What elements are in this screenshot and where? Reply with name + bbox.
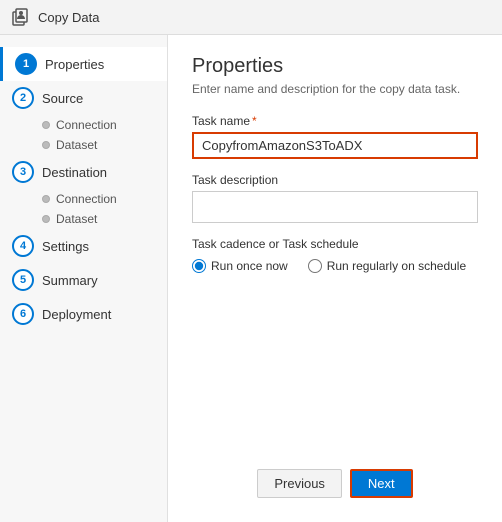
destination-dataset-item[interactable]: Dataset (42, 209, 167, 229)
cadence-label: Task cadence or Task schedule (192, 237, 478, 251)
sidebar-label-properties: Properties (45, 57, 104, 72)
task-name-input[interactable] (192, 132, 478, 159)
run-once-label: Run once now (211, 259, 288, 273)
run-once-option[interactable]: Run once now (192, 259, 288, 273)
source-dataset-item[interactable]: Dataset (42, 135, 167, 155)
sidebar-label-deployment: Deployment (42, 307, 111, 322)
sidebar-item-summary[interactable]: 5 Summary (0, 263, 167, 297)
source-subitems: Connection Dataset (0, 115, 167, 155)
radio-group: Run once now Run regularly on schedule (192, 259, 478, 273)
sidebar-item-properties[interactable]: 1 Properties (0, 47, 167, 81)
destination-connection-dot (42, 195, 50, 203)
step-3-circle: 3 (12, 161, 34, 183)
destination-dataset-dot (42, 215, 50, 223)
destination-subitems: Connection Dataset (0, 189, 167, 229)
destination-connection-item[interactable]: Connection (42, 189, 167, 209)
sidebar-item-deployment[interactable]: 6 Deployment (0, 297, 167, 331)
cadence-group: Task cadence or Task schedule Run once n… (192, 237, 478, 273)
sidebar-label-destination: Destination (42, 165, 107, 180)
run-regularly-radio[interactable] (308, 259, 322, 273)
top-bar-title: Copy Data (38, 10, 99, 25)
source-dataset-label: Dataset (56, 138, 97, 152)
source-connection-dot (42, 121, 50, 129)
content-area: Properties Enter name and description fo… (168, 35, 502, 522)
sidebar-item-settings[interactable]: 4 Settings (0, 229, 167, 263)
run-regularly-option[interactable]: Run regularly on schedule (308, 259, 466, 273)
source-connection-item[interactable]: Connection (42, 115, 167, 135)
step-4-circle: 4 (12, 235, 34, 257)
main-layout: 1 Properties 2 Source Connection Dataset… (0, 35, 502, 522)
sidebar-label-summary: Summary (42, 273, 98, 288)
task-desc-label: Task description (192, 173, 478, 187)
step-2-circle: 2 (12, 87, 34, 109)
sidebar-item-source[interactable]: 2 Source (0, 81, 167, 115)
task-desc-group: Task description (192, 173, 478, 223)
source-dataset-dot (42, 141, 50, 149)
page-title: Properties (192, 55, 478, 78)
step-6-circle: 6 (12, 303, 34, 325)
previous-button[interactable]: Previous (257, 469, 342, 498)
sidebar: 1 Properties 2 Source Connection Dataset… (0, 35, 168, 522)
step-1-circle: 1 (15, 53, 37, 75)
destination-dataset-label: Dataset (56, 212, 97, 226)
sidebar-label-source: Source (42, 91, 83, 106)
task-name-group: Task name* (192, 114, 478, 159)
copy-icon (12, 8, 30, 26)
sidebar-item-destination[interactable]: 3 Destination (0, 155, 167, 189)
destination-connection-label: Connection (56, 192, 117, 206)
next-button[interactable]: Next (350, 469, 413, 498)
run-regularly-label: Run regularly on schedule (327, 259, 466, 273)
task-name-label: Task name* (192, 114, 478, 128)
sidebar-label-settings: Settings (42, 239, 89, 254)
task-desc-input[interactable] (192, 191, 478, 223)
source-connection-label: Connection (56, 118, 117, 132)
page-subtitle: Enter name and description for the copy … (192, 82, 478, 96)
footer: Previous Next (192, 457, 478, 502)
top-bar: Copy Data (0, 0, 502, 35)
step-5-circle: 5 (12, 269, 34, 291)
run-once-radio[interactable] (192, 259, 206, 273)
